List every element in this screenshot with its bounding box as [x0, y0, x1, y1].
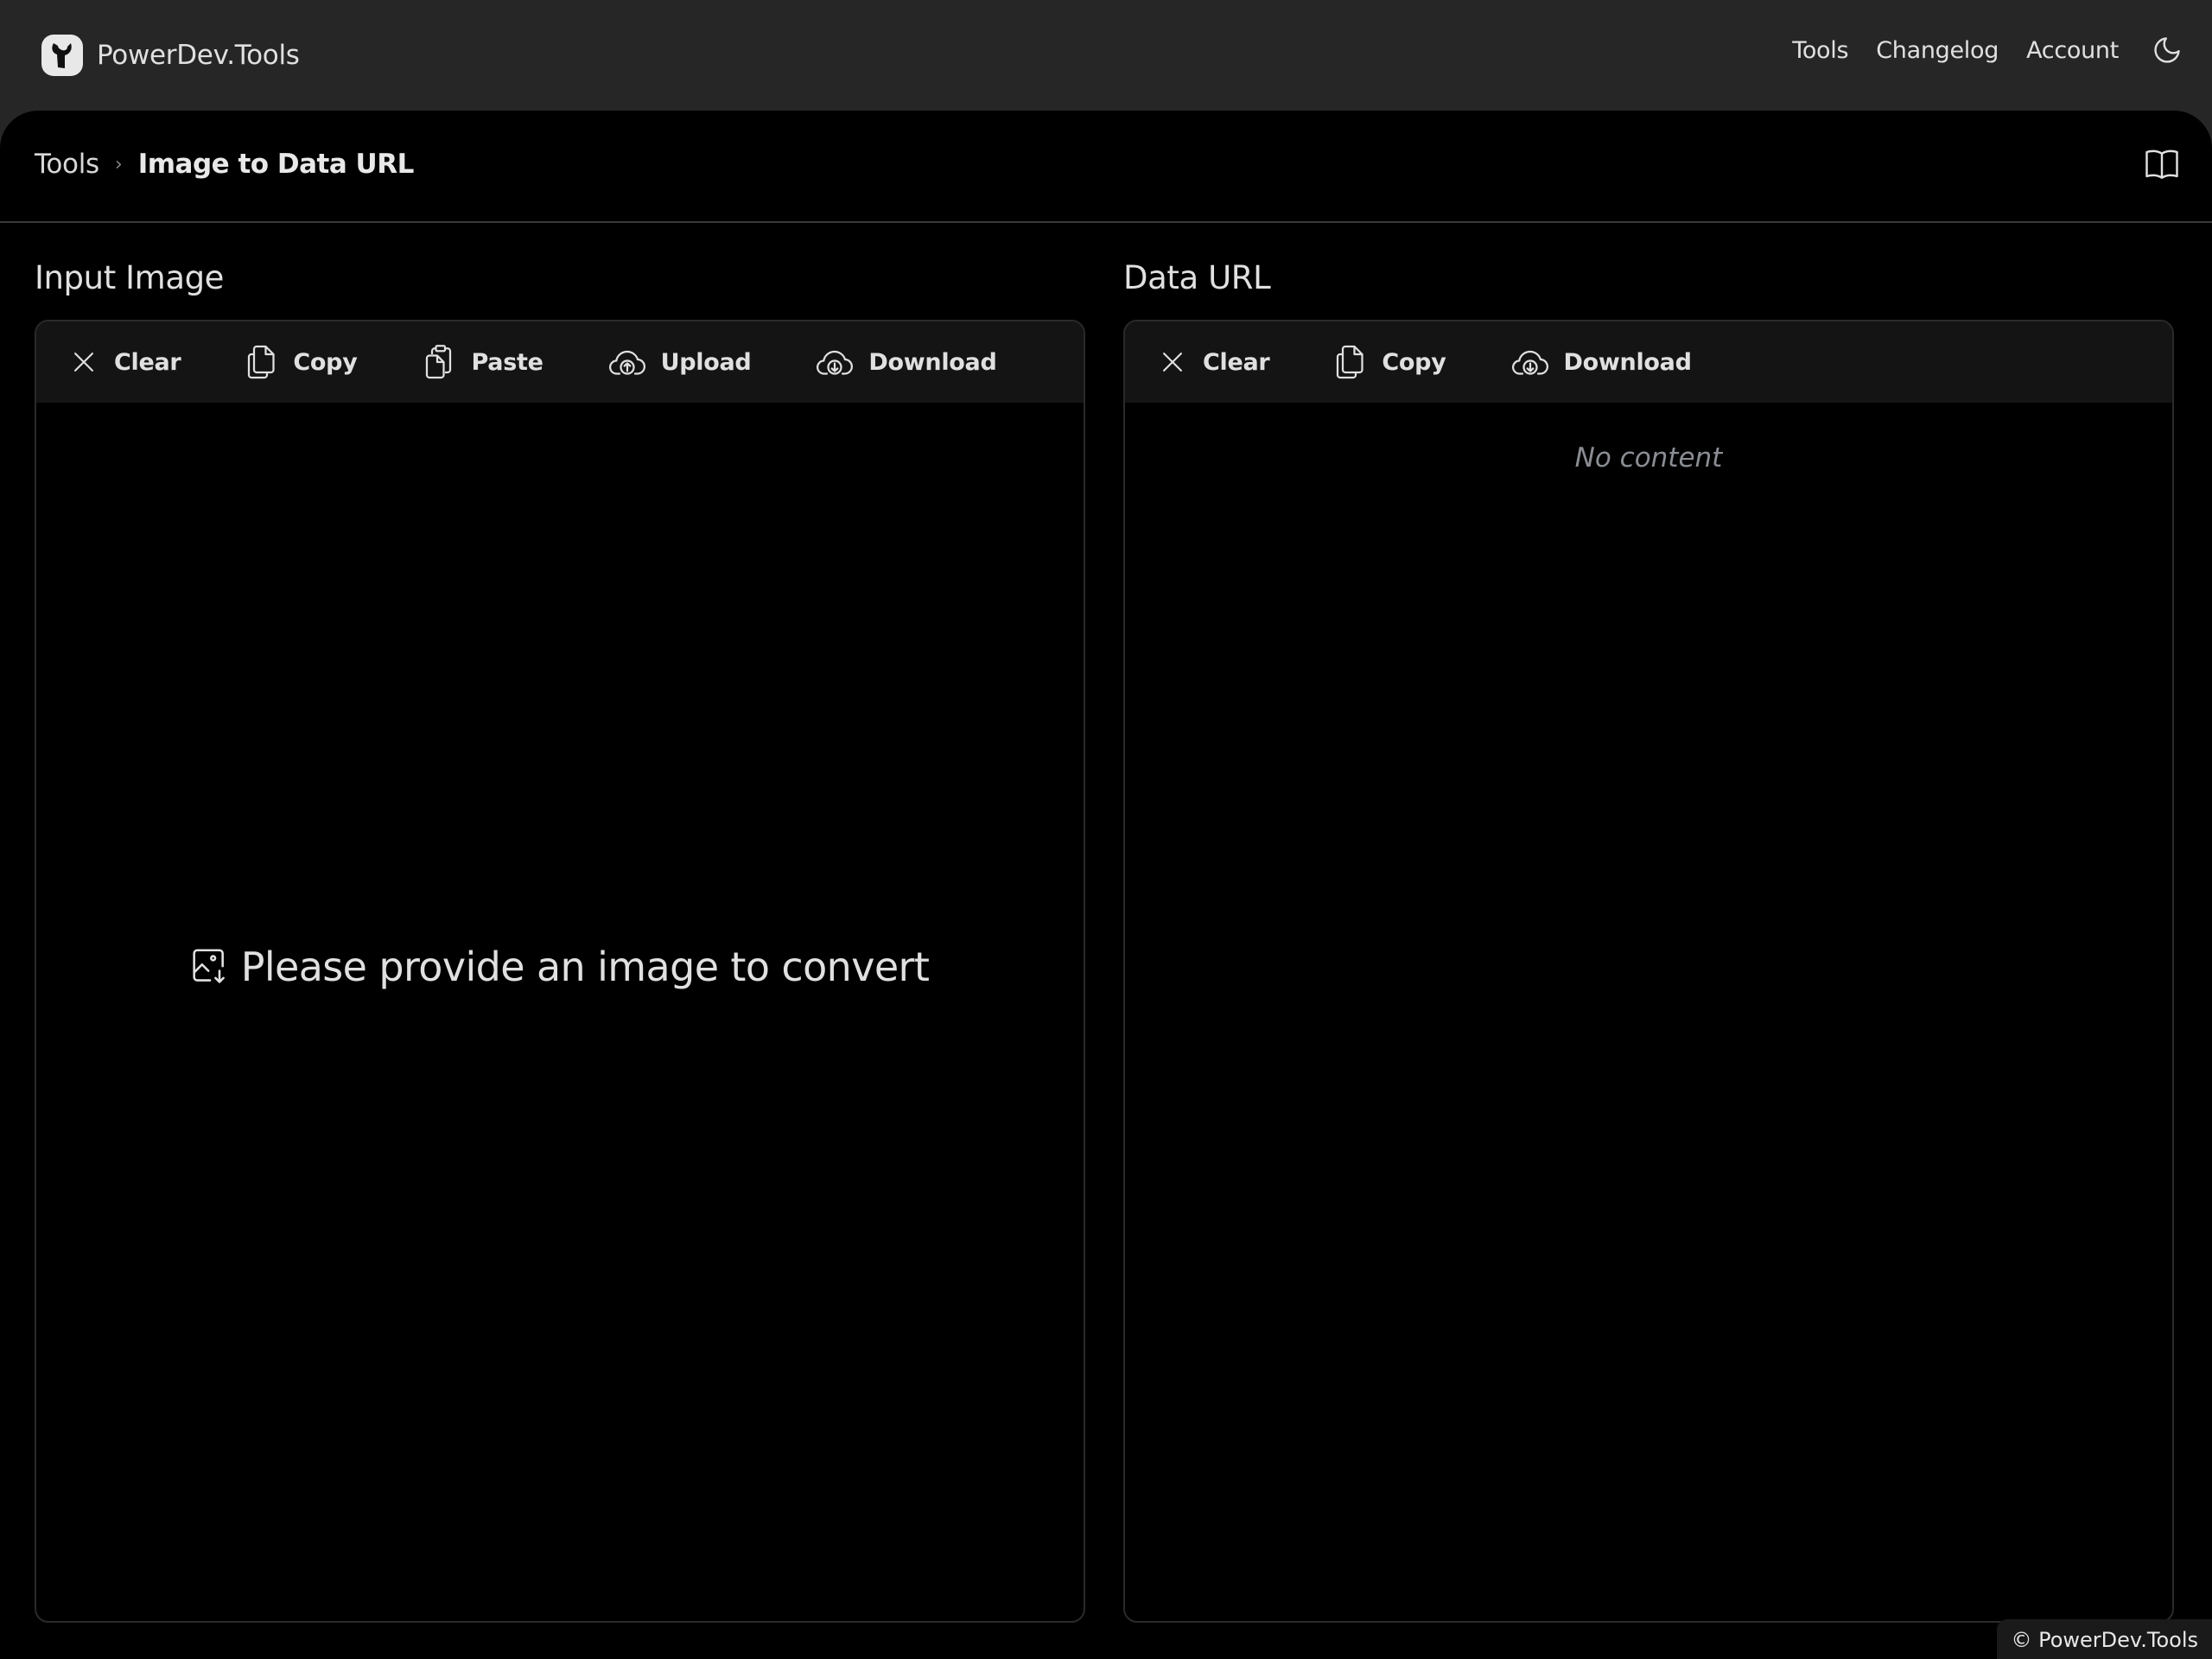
main-nav: Tools Changelog Account: [1792, 33, 2184, 67]
moon-icon: [2154, 37, 2180, 63]
output-panel-title: Data URL: [1123, 259, 1271, 296]
x-icon: [74, 353, 93, 372]
input-panel-title: Input Image: [35, 259, 225, 296]
copy-icon: [248, 345, 276, 379]
nav-tools[interactable]: Tools: [1792, 37, 1848, 64]
input-upload-button[interactable]: Upload: [608, 346, 752, 378]
x-icon: [1163, 353, 1182, 372]
output-download-label: Download: [1563, 348, 1692, 376]
footer-copyright: © PowerDev.Tools: [1997, 1619, 2212, 1659]
image-import-icon: [193, 949, 225, 983]
input-download-label: Download: [868, 348, 997, 376]
image-drop-zone[interactable]: Please provide an image to convert: [36, 944, 1084, 990]
image-placeholder-text: Please provide an image to convert: [240, 944, 930, 990]
input-panel: Clear Copy Paste Upload Download Please …: [35, 320, 1085, 1623]
input-copy-button[interactable]: Copy: [246, 344, 358, 380]
breadcrumb: Tools › Image to Data URL: [35, 149, 414, 180]
main-content: Tools › Image to Data URL Input Image Cl…: [0, 111, 2212, 1659]
nav-account[interactable]: Account: [2026, 37, 2119, 64]
cloud-download-icon: [1511, 350, 1548, 375]
copy-icon: [1337, 345, 1364, 379]
nav-changelog[interactable]: Changelog: [1876, 37, 1999, 64]
breadcrumb-tools[interactable]: Tools: [35, 149, 99, 180]
cloud-download-icon: [817, 350, 854, 375]
output-clear-button[interactable]: Clear: [1158, 347, 1270, 377]
input-upload-label: Upload: [660, 348, 752, 376]
input-clear-label: Clear: [114, 348, 181, 376]
input-paste-button[interactable]: Paste: [423, 344, 543, 380]
wrench-logo-icon: [41, 35, 83, 76]
clipboard-paste-icon: [425, 345, 451, 379]
input-clear-button[interactable]: Clear: [69, 347, 181, 377]
input-download-button[interactable]: Download: [817, 346, 997, 378]
output-download-button[interactable]: Download: [1511, 346, 1692, 378]
theme-toggle-button[interactable]: [2150, 33, 2184, 67]
input-copy-label: Copy: [293, 348, 358, 376]
breadcrumb-separator-icon: ›: [114, 153, 123, 175]
brand-name: PowerDev.Tools: [97, 40, 300, 71]
page-title: Image to Data URL: [137, 149, 415, 180]
cloud-upload-icon: [608, 350, 645, 375]
output-panel: Clear Copy Download No content: [1123, 320, 2174, 1623]
output-clear-label: Clear: [1203, 348, 1270, 376]
top-navbar: PowerDev.Tools Tools Changelog Account: [0, 0, 2212, 111]
breadcrumb-bar: Tools › Image to Data URL: [0, 111, 2212, 223]
output-copy-label: Copy: [1382, 348, 1446, 376]
book-open-icon: [2145, 149, 2178, 179]
input-paste-label: Paste: [471, 348, 543, 376]
input-toolbar: Clear Copy Paste Upload Download: [36, 321, 1084, 403]
brand-link[interactable]: PowerDev.Tools: [41, 35, 300, 76]
output-toolbar: Clear Copy Download: [1125, 321, 2172, 403]
docs-button[interactable]: [2143, 145, 2181, 183]
output-empty-text: No content: [1574, 442, 1723, 474]
output-copy-button[interactable]: Copy: [1335, 344, 1446, 380]
